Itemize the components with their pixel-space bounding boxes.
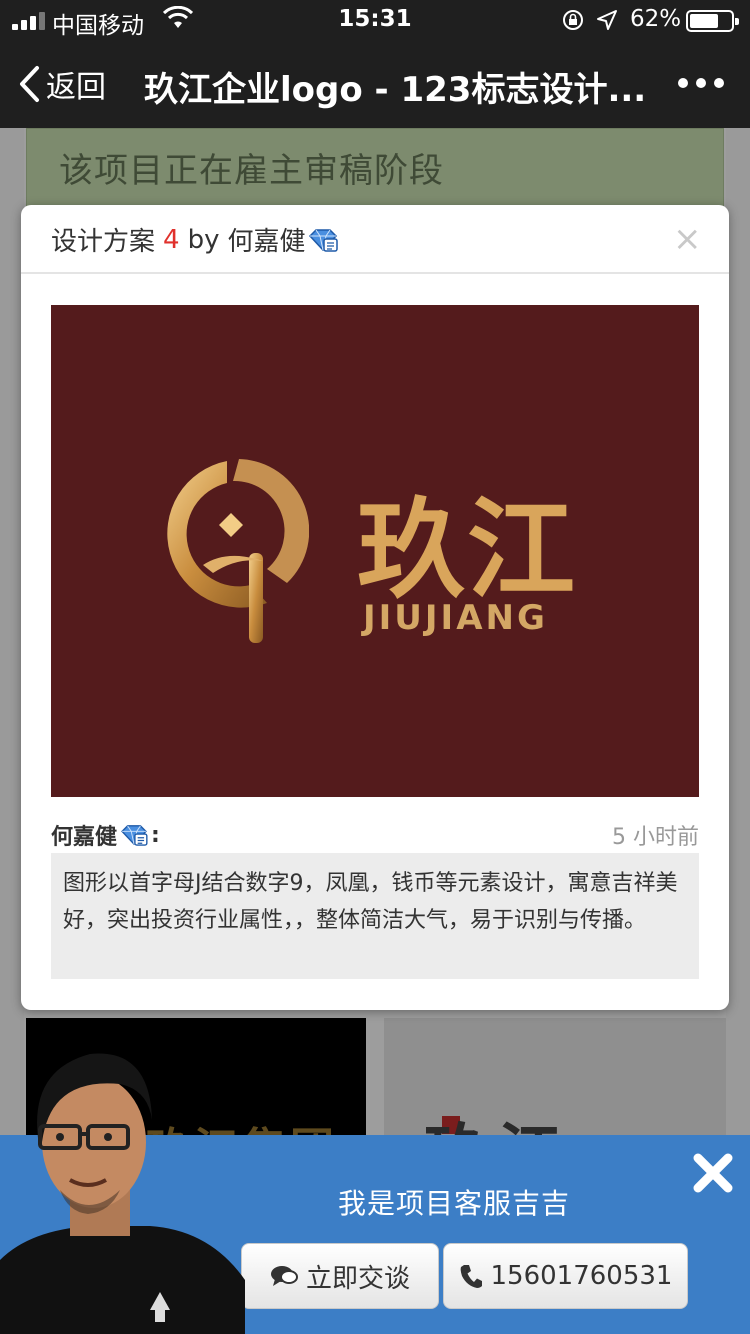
support-message: 我是项目客服吉吉 (338, 1187, 571, 1220)
battery-percent: 62% (630, 6, 682, 32)
coin-emblem-icon (167, 459, 309, 643)
author-colon: : (151, 822, 160, 848)
comment-author: 何嘉健 : (51, 819, 160, 851)
more-dots-icon (678, 78, 688, 88)
chat-now-button[interactable]: 立即交谈 (241, 1243, 439, 1309)
chat-now-label: 立即交谈 (305, 1263, 410, 1294)
diamond-badge-icon (121, 825, 148, 846)
title-prefix: 设计方案 (51, 227, 156, 257)
location-icon (597, 10, 617, 30)
rotation-lock-icon (563, 10, 583, 30)
design-chinese-text: 玖江 (357, 487, 578, 613)
status-bar: 中国移动 15:31 62% (0, 0, 750, 42)
design-english-text: JIUJIANG (363, 598, 548, 638)
author-name[interactable]: 何嘉健 (51, 819, 117, 851)
agent-avatar (0, 1053, 245, 1334)
diamond-badge-icon (309, 228, 339, 252)
design-description: 图形以首字母J结合数字9，凤凰，钱币等元素设计，寓意吉祥美好，突出投资行业属性，… (51, 853, 699, 979)
page-title: 玖江企业logo - 123标志设计... (144, 70, 647, 110)
modal-title: 设计方案 4 by 何嘉健 (51, 221, 339, 258)
nav-bar: 返回 玖江企业logo - 123标志设计... (0, 42, 750, 128)
back-button[interactable]: 返回 (18, 62, 106, 106)
phone-button[interactable]: 15601760531 (443, 1243, 688, 1309)
design-number: 4 (163, 224, 180, 255)
modal-header: 设计方案 4 by 何嘉健 × (21, 205, 729, 274)
back-label: 返回 (46, 70, 106, 105)
battery-icon (686, 10, 739, 32)
by-label: by (187, 224, 220, 255)
project-status-banner: 该项目正在雇主审稿阶段 (26, 128, 724, 208)
project-status-text: 该项目正在雇主审稿阶段 (59, 151, 444, 191)
chat-bubble-icon (270, 1266, 298, 1286)
top-bar: 中国移动 15:31 62% 返回 玖江企业logo - 123标志设计... (0, 0, 750, 128)
design-image[interactable]: 玖江 JIUJIANG (51, 305, 699, 797)
timestamp: 5 小时前 (612, 825, 699, 850)
chevron-left-icon (20, 66, 39, 102)
comment-header: 何嘉健 : 5 小时前 (51, 819, 699, 851)
design-detail-modal: 设计方案 4 by 何嘉健 × 玖江 JIUJIANG 何嘉健: 5 小时前 … (21, 205, 729, 1010)
more-button[interactable] (678, 78, 724, 88)
phone-number: 15601760531 (490, 1261, 673, 1291)
designer-name[interactable]: 何嘉健 (227, 221, 305, 258)
close-icon[interactable] (690, 1150, 736, 1196)
phone-icon (460, 1265, 482, 1288)
close-button[interactable]: × (673, 219, 702, 259)
